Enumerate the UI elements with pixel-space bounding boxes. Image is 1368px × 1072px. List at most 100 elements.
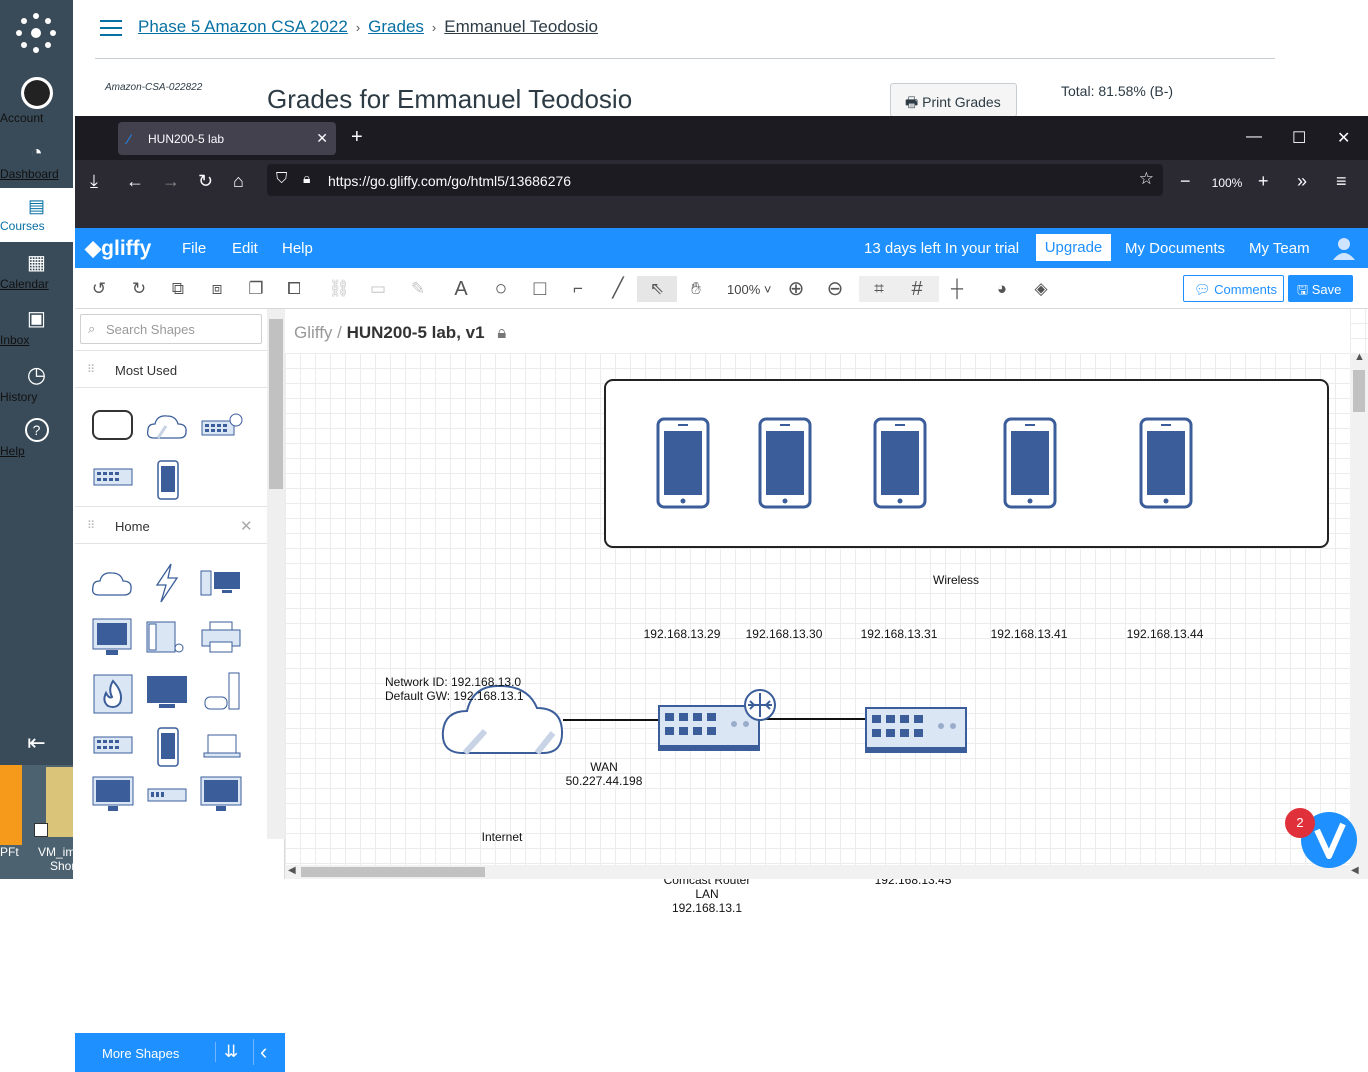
cloud-shape-icon[interactable] <box>91 569 133 597</box>
comments-button[interactable]: 💬︎ Comments <box>1183 275 1284 302</box>
phone-shape-icon[interactable] <box>156 727 180 767</box>
collapse-nav-icon[interactable]: ⇤ <box>0 730 73 756</box>
phone-ip-4[interactable]: 192.168.13.41 <box>979 627 1079 641</box>
gliffy-logo[interactable]: ◆gliffy <box>85 236 151 261</box>
group-icon[interactable]: ⧉ <box>165 276 191 302</box>
server-shape-icon[interactable] <box>146 620 188 656</box>
zoom-select[interactable]: 100% ˅ <box>727 282 771 297</box>
comcast-router[interactable] <box>658 689 776 751</box>
monitor-shape-icon[interactable] <box>92 776 134 814</box>
line-tool-icon[interactable]: ╱ <box>605 276 631 302</box>
nav-inbox[interactable]: ▣ Inbox <box>0 306 73 347</box>
minimize-icon[interactable]: — <box>1246 128 1262 146</box>
menu-icon[interactable]: ≡ <box>1336 171 1347 192</box>
url-bar[interactable]: ⛉ 🔒︎ https://go.gliffy.com/go/html5/1368… <box>267 164 1163 196</box>
phone-device-5[interactable] <box>1139 417 1193 509</box>
scroll-left-icon[interactable]: ◀ <box>288 865 296 876</box>
snap-grid-icon[interactable]: ⌗ <box>866 276 892 302</box>
router-shape-icon[interactable] <box>201 413 243 439</box>
comment-icon[interactable]: ▭ <box>365 276 391 302</box>
hamburger-icon[interactable] <box>100 20 122 36</box>
library-scroll-thumb[interactable] <box>269 319 283 489</box>
switch-shape-icon[interactable] <box>93 735 133 755</box>
layers-icon[interactable]: ◈ <box>1028 276 1054 302</box>
nav-help[interactable]: ? Help <box>0 418 73 458</box>
library-scrollbar[interactable] <box>267 309 285 839</box>
redo-icon[interactable]: ↻ <box>126 276 152 302</box>
hide-library-icon[interactable]: ‹ <box>253 1039 267 1065</box>
link-icon[interactable]: ⛓ <box>326 276 352 302</box>
rectangle-tool-icon[interactable]: □ <box>527 276 553 302</box>
canvas-vertical-thumb[interactable] <box>1353 370 1365 412</box>
document-title[interactable]: HUN200-5 lab, v1 <box>347 323 485 342</box>
monitor-shape-icon[interactable] <box>92 618 132 658</box>
my-team-link[interactable]: My Team <box>1249 240 1310 257</box>
phone-ip-2[interactable]: 192.168.13.30 <box>734 627 834 641</box>
browser-tab[interactable]: ⁄ HUN200-5 lab ✕ <box>118 122 336 155</box>
wireless-boundary[interactable] <box>604 379 1329 548</box>
pointer-tool-icon[interactable]: ⇖ <box>637 276 677 302</box>
phone-ip-3[interactable]: 192.168.13.31 <box>849 627 949 641</box>
ungroup-icon[interactable]: ⧈ <box>204 276 230 302</box>
lock-icon[interactable]: 🔒︎ <box>497 323 506 342</box>
reload-icon[interactable]: ↻ <box>198 171 213 192</box>
connector-tool-icon[interactable]: ⌐ <box>565 276 591 302</box>
new-tab-button[interactable]: + <box>351 126 363 149</box>
canvas-horizontal-thumb[interactable] <box>301 867 485 877</box>
section-most-used[interactable]: ⠿ Most Used <box>75 350 267 388</box>
lightning-shape-icon[interactable] <box>153 563 181 603</box>
phone-device-1[interactable] <box>656 417 710 509</box>
router-label[interactable]: Comcast Router LAN 192.168.13.1 <box>647 873 767 915</box>
workstation-shape-icon[interactable] <box>200 569 242 597</box>
search-shapes-input[interactable]: ⌕ Search Shapes <box>80 314 262 344</box>
maximize-icon[interactable]: ☐ <box>1292 128 1306 148</box>
download-icon[interactable]: ⤓ <box>90 171 98 192</box>
back-icon[interactable]: ← <box>126 171 144 192</box>
section-home[interactable]: ⠿ Home ✕ <box>75 506 267 544</box>
gliffy-root-link[interactable]: Gliffy <box>294 323 332 342</box>
nav-calendar[interactable]: ▦ Calendar <box>0 250 73 291</box>
phone-ip-1[interactable]: 192.168.13.29 <box>632 627 732 641</box>
undo-icon[interactable]: ↺ <box>86 276 112 302</box>
phone-device-2[interactable] <box>758 417 812 509</box>
canvas-vertical-scrollbar[interactable]: ▲ <box>1350 351 1368 879</box>
rounded-rectangle-shape[interactable] <box>92 410 133 440</box>
text-tool-icon[interactable]: A <box>448 276 474 302</box>
pan-tool-icon[interactable]: ✋︎ <box>683 276 709 302</box>
overflow-icon[interactable]: » <box>1297 171 1307 192</box>
user-icon[interactable] <box>1332 236 1356 260</box>
close-window-icon[interactable]: ✕ <box>1337 128 1350 148</box>
phone-shape-icon[interactable] <box>156 460 180 500</box>
wan-label[interactable]: WAN 50.227.44.198 <box>544 760 664 788</box>
zoom-out-canvas-icon[interactable]: ⊖ <box>822 276 848 302</box>
menu-file[interactable]: File <box>182 240 206 257</box>
guides-icon[interactable]: ┼ <box>944 276 970 302</box>
zoom-level[interactable]: 100% <box>1205 173 1249 193</box>
cloud-shape-icon[interactable] <box>146 412 188 440</box>
ellipse-tool-icon[interactable]: ○ <box>488 276 514 302</box>
zoom-in-canvas-icon[interactable]: ⊕ <box>783 276 809 302</box>
breadcrumb-course[interactable]: Phase 5 Amazon CSA 2022 <box>138 17 348 36</box>
game-console-shape-icon[interactable] <box>203 671 243 713</box>
my-documents-link[interactable]: My Documents <box>1125 240 1225 257</box>
firewall-shape-icon[interactable] <box>92 673 134 715</box>
drawing-canvas[interactable]: Gliffy / HUN200-5 lab, v1 🔒︎ Wireless 19… <box>285 309 1368 915</box>
flat-monitor-shape-icon[interactable] <box>200 776 242 814</box>
zoom-in-icon[interactable]: + <box>1258 171 1269 192</box>
phone-ip-5[interactable]: 192.168.13.44 <box>1115 627 1215 641</box>
canvas-logo[interactable] <box>15 12 57 54</box>
nav-dashboard[interactable]: ◔ Dashboard <box>0 142 73 181</box>
breadcrumb-student[interactable]: Emmanuel Teodosio <box>444 17 598 36</box>
phone-device-4[interactable] <box>1003 417 1057 509</box>
upgrade-button[interactable]: Upgrade <box>1036 234 1111 261</box>
phone-device-3[interactable] <box>873 417 927 509</box>
tab-close-icon[interactable]: ✕ <box>316 130 328 147</box>
rack-device-shape-icon[interactable] <box>147 788 187 802</box>
format-painter-icon[interactable]: ✎ <box>405 276 431 302</box>
save-button[interactable]: 🖫 Save <box>1288 275 1353 302</box>
internet-label[interactable]: Internet <box>465 830 539 844</box>
connect-icon[interactable]: ⧠ <box>281 276 307 302</box>
canvas-horizontal-scrollbar[interactable]: ◀ ◀ <box>285 865 1368 879</box>
menu-edit[interactable]: Edit <box>232 240 258 257</box>
nav-account[interactable]: Account <box>0 77 73 125</box>
